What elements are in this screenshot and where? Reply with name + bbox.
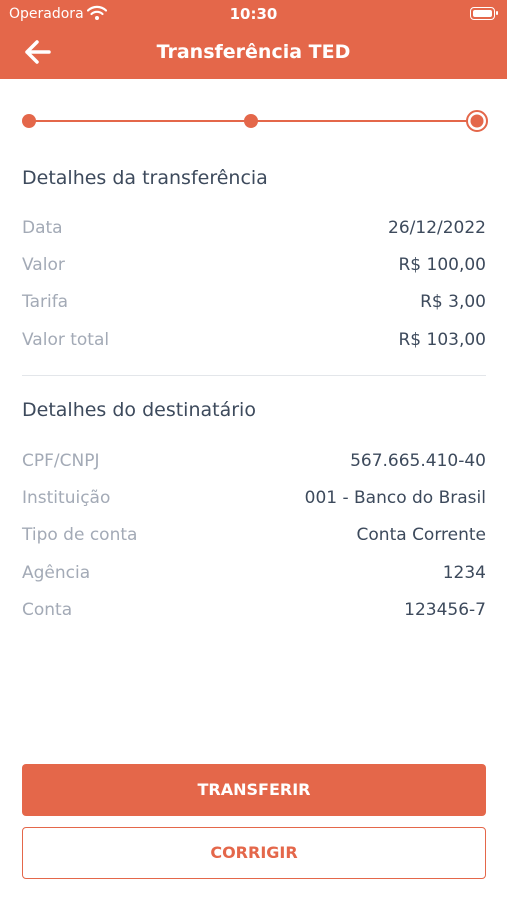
detail-row-amount: Valor R$ 100,00 bbox=[22, 253, 486, 277]
detail-row-total: Valor total R$ 103,00 bbox=[22, 328, 486, 352]
correct-button[interactable]: CORRIGIR bbox=[22, 827, 486, 879]
detail-label: Tipo de conta bbox=[22, 525, 138, 545]
detail-label: Conta bbox=[22, 600, 73, 620]
recipient-row-cpf: CPF/CNPJ 567.665.410-40 bbox=[22, 449, 486, 473]
top-bar: Operadora 10:30 Transferência TED bbox=[0, 0, 507, 79]
detail-value: 1234 bbox=[442, 563, 486, 583]
detail-label: Valor bbox=[22, 255, 65, 275]
detail-value: 001 - Banco do Brasil bbox=[304, 488, 486, 508]
recipient-details-title: Detalhes do destinatário bbox=[22, 399, 256, 421]
detail-label: Tarifa bbox=[22, 292, 69, 312]
detail-value: 123456-7 bbox=[404, 600, 486, 620]
step-2-dot bbox=[244, 114, 258, 128]
detail-label: CPF/CNPJ bbox=[22, 451, 100, 471]
detail-label: Agência bbox=[22, 563, 91, 583]
detail-value: 26/12/2022 bbox=[388, 218, 486, 238]
detail-row-fee: Tarifa R$ 3,00 bbox=[22, 290, 486, 314]
transfer-button[interactable]: TRANSFERIR bbox=[22, 764, 486, 816]
progress-stepper bbox=[22, 110, 488, 132]
recipient-row-account: Conta 123456-7 bbox=[22, 598, 486, 622]
detail-row-date: Data 26/12/2022 bbox=[22, 216, 486, 240]
detail-label: Data bbox=[22, 218, 63, 238]
status-time: 10:30 bbox=[229, 5, 278, 23]
detail-value: 567.665.410-40 bbox=[350, 451, 486, 471]
detail-value: R$ 100,00 bbox=[398, 255, 486, 275]
recipient-row-branch: Agência 1234 bbox=[22, 561, 486, 585]
detail-label: Instituição bbox=[22, 488, 111, 508]
battery-icon bbox=[470, 7, 498, 20]
detail-label: Valor total bbox=[22, 330, 110, 350]
transfer-details-title: Detalhes da transferência bbox=[22, 167, 268, 189]
section-divider bbox=[22, 375, 486, 376]
step-3-dot bbox=[470, 114, 484, 128]
recipient-row-institution: Instituição 001 - Banco do Brasil bbox=[22, 486, 486, 510]
status-bar: Operadora 10:30 bbox=[0, 0, 507, 28]
recipient-row-account-type: Tipo de conta Conta Corrente bbox=[22, 523, 486, 547]
detail-value: R$ 103,00 bbox=[398, 330, 486, 350]
detail-value: Conta Corrente bbox=[356, 525, 486, 545]
step-1-dot bbox=[22, 114, 36, 128]
page-title: Transferência TED bbox=[156, 41, 351, 63]
detail-value: R$ 3,00 bbox=[420, 292, 486, 312]
